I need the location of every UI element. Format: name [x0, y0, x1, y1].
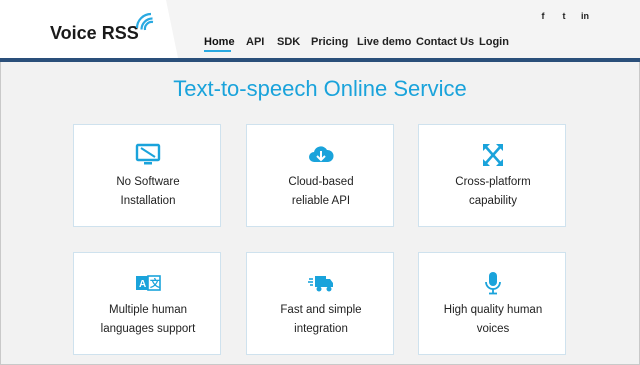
page-title: Text-to-speech Online Service [173, 76, 467, 101]
nav-sdk[interactable]: SDK [277, 36, 300, 48]
nav-home[interactable]: Home [204, 36, 235, 48]
feature-label: Fast and simple integration [280, 304, 362, 335]
feature-label: High quality human voices [443, 304, 543, 335]
feature-card-no-software: No Software Installation [73, 124, 221, 227]
feature-card-voices: High quality human voices [418, 252, 566, 355]
feature-label: Cross-platform capability [455, 176, 531, 207]
expand-arrows-icon [483, 144, 503, 166]
linkedin-icon[interactable]: in [578, 9, 592, 23]
feature-card-languages: A 文 Multiple human languages support [73, 252, 221, 355]
nav-pricing[interactable]: Pricing [311, 36, 348, 48]
nav-contact-us[interactable]: Contact Us [416, 36, 474, 48]
header-divider [0, 58, 640, 62]
nav-api[interactable]: API [246, 36, 264, 48]
microphone-icon [485, 272, 501, 295]
facebook-icon[interactable]: f [536, 9, 550, 23]
twitter-icon[interactable]: t [557, 9, 571, 23]
active-nav-underline [204, 50, 231, 52]
feature-card-cross-platform: Cross-platform capability [418, 124, 566, 227]
feature-label: Cloud-based reliable API [288, 176, 354, 207]
header: Voice RSS f t in Home API SDK Pricing Li… [0, 0, 640, 58]
broadcast-icon [135, 12, 154, 31]
language-icon: A 文 [136, 275, 161, 291]
monitor-off-icon [135, 143, 161, 165]
cloud-download-icon [309, 146, 334, 162]
logo-text[interactable]: Voice RSS [50, 23, 139, 44]
feature-card-integration: Fast and simple integration [246, 252, 394, 355]
feature-card-cloud: Cloud-based reliable API [246, 124, 394, 227]
nav-login[interactable]: Login [479, 36, 509, 48]
fast-truck-icon [308, 276, 333, 292]
nav-live-demo[interactable]: Live demo [357, 36, 411, 48]
feature-label: No Software Installation [116, 176, 180, 207]
svg-text:A: A [139, 279, 146, 290]
svg-text:文: 文 [150, 277, 161, 290]
feature-label: Multiple human languages support [100, 304, 196, 335]
